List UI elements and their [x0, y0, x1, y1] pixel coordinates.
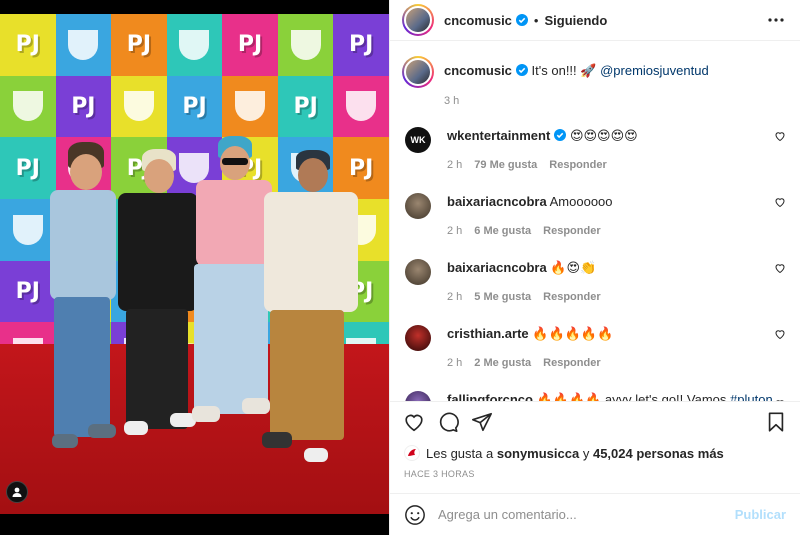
backdrop-tile: PJ — [0, 14, 56, 76]
backdrop-tile — [166, 14, 223, 76]
emoji-picker-icon[interactable] — [404, 504, 426, 526]
likes-prefix: Les gusta a — [426, 445, 494, 461]
comment-item: baixariacncobra 🔥😍👏 2 h 5 Me gusta Respo… — [405, 259, 786, 306]
comment-item: WK wkentertainment 😍😍😍😍😍 2 h 79 Me gusta… — [405, 127, 786, 174]
post-modal: PJPJPJPJPJPJPJPJPJPJPJPJPJPJPJPJPJPJPJPJ… — [0, 0, 800, 535]
likes-connector: y — [582, 445, 590, 461]
backdrop-tile: PJ — [55, 75, 112, 138]
commenter-username[interactable]: fallingforcnco — [447, 392, 533, 401]
reply-button[interactable]: Responder — [543, 288, 600, 306]
backdrop-tile: PJ — [111, 14, 167, 76]
commenter-avatar[interactable] — [405, 325, 431, 351]
caption-avatar[interactable] — [402, 56, 434, 88]
post-comment-button[interactable]: Publicar — [735, 507, 786, 522]
post-actions-bar — [390, 401, 800, 441]
comment-likes[interactable]: 5 Me gusta — [474, 288, 531, 306]
commenter-username[interactable]: baixariacncobra — [447, 194, 547, 209]
comment-time[interactable]: 2 h — [447, 222, 462, 240]
reply-button[interactable]: Responder — [543, 222, 600, 240]
commenter-username[interactable]: baixariacncobra — [447, 260, 547, 275]
comment-text: Amoooooo — [549, 194, 613, 209]
save-bookmark-icon[interactable] — [765, 411, 787, 433]
comment-bubble-icon[interactable] — [437, 411, 459, 433]
commenter-avatar[interactable] — [405, 391, 431, 401]
comment-time[interactable]: 2 h — [447, 354, 462, 372]
backdrop-tile — [222, 75, 278, 138]
comment-like-heart-icon[interactable] — [774, 262, 786, 274]
hashtag-link[interactable]: #pluton — [730, 392, 773, 401]
commenter-avatar[interactable] — [405, 193, 431, 219]
likes-count[interactable]: 45,024 personas más — [593, 446, 724, 461]
backdrop-tile — [0, 75, 56, 138]
person-4 — [262, 150, 358, 470]
caption-username[interactable]: cncomusic — [444, 63, 512, 78]
comments-list[interactable]: cncomusic It's on!!! 🚀 @premiosjuventud … — [390, 41, 800, 401]
backdrop-tile: PJ — [333, 14, 389, 76]
post-header: cncomusic • Siguiendo — [390, 0, 800, 41]
reply-button[interactable]: Responder — [549, 156, 606, 174]
commenter-avatar[interactable]: WK — [405, 127, 431, 153]
comment-likes[interactable]: 6 Me gusta — [474, 222, 531, 240]
likes-summary: Les gusta a sonymusicca y 45,024 persona… — [404, 445, 724, 461]
like-heart-icon[interactable] — [403, 411, 425, 433]
person-2 — [116, 149, 198, 449]
comment-time[interactable]: 2 h — [447, 156, 462, 174]
post-sidebar: cncomusic • Siguiendo cncomusic It's on!… — [389, 0, 800, 535]
comment-time[interactable]: 2 h — [447, 288, 462, 306]
author-username[interactable]: cncomusic — [444, 13, 512, 28]
reply-button[interactable]: Responder — [543, 354, 600, 372]
comment-likes[interactable]: 79 Me gusta — [474, 156, 537, 174]
share-send-icon[interactable] — [471, 411, 493, 433]
post-photo[interactable]: PJPJPJPJPJPJPJPJPJPJPJPJPJPJPJPJPJPJPJPJ… — [0, 0, 389, 535]
verified-badge-icon — [554, 129, 567, 141]
verified-badge-icon — [515, 64, 528, 76]
comment-likes[interactable]: 2 Me gusta — [474, 354, 531, 372]
more-options-icon[interactable] — [764, 8, 788, 32]
commenter-username[interactable]: wkentertainment — [447, 128, 550, 143]
liker-avatar[interactable] — [404, 445, 420, 461]
person-1 — [40, 142, 120, 472]
post-timestamp[interactable]: HACE 3 HORAS — [404, 469, 475, 479]
photo-stage: PJPJPJPJPJPJPJPJPJPJPJPJPJPJPJPJPJPJPJPJ… — [0, 14, 389, 514]
commenter-avatar[interactable] — [405, 259, 431, 285]
header-separator: • — [533, 12, 539, 28]
commenter-username[interactable]: cristhian.arte — [447, 326, 529, 341]
comment-like-heart-icon[interactable] — [774, 130, 786, 142]
comment-text: 🔥🔥🔥🔥 ayyy let's go!! Vamos — [536, 392, 727, 401]
backdrop-tile: PJ — [166, 75, 223, 138]
backdrop-tile — [55, 14, 112, 76]
backdrop-tile — [111, 75, 167, 138]
following-button[interactable]: Siguiendo — [544, 13, 607, 28]
comment-input[interactable] — [438, 507, 735, 522]
person-3 — [188, 136, 272, 446]
verified-badge-icon — [515, 14, 528, 26]
comment-like-heart-icon[interactable] — [774, 328, 786, 340]
comment-like-heart-icon[interactable] — [774, 196, 786, 208]
comment-item: fallingforcnco 🔥🔥🔥🔥 ayyy let's go!! Vamo… — [405, 391, 786, 401]
backdrop-tile: PJ — [277, 75, 334, 138]
caption-time[interactable]: 3 h — [444, 92, 459, 110]
tagged-users-icon[interactable] — [6, 481, 28, 503]
comment-item: cristhian.arte 🔥🔥🔥🔥🔥 2 h 2 Me gusta Resp… — [405, 325, 786, 372]
comment-text: 🔥🔥🔥🔥🔥 — [532, 326, 614, 341]
comment-text: 🔥😍👏 — [550, 260, 597, 275]
caption-text: It's on!!! 🚀 — [531, 63, 597, 78]
backdrop-tile — [277, 14, 334, 76]
author-avatar[interactable] — [402, 4, 434, 36]
liker-username[interactable]: sonymusicca — [497, 446, 579, 461]
comment-text: 😍😍😍😍😍 — [569, 128, 638, 143]
comment-item: baixariacncobra Amoooooo 2 h 6 Me gusta … — [405, 193, 786, 240]
caption-mention-link[interactable]: @premiosjuventud — [600, 63, 709, 78]
backdrop-tile: PJ — [222, 14, 278, 76]
backdrop-tile — [333, 75, 389, 138]
caption: cncomusic It's on!!! 🚀 @premiosjuventud … — [402, 56, 786, 110]
comment-composer: Publicar — [390, 493, 800, 535]
